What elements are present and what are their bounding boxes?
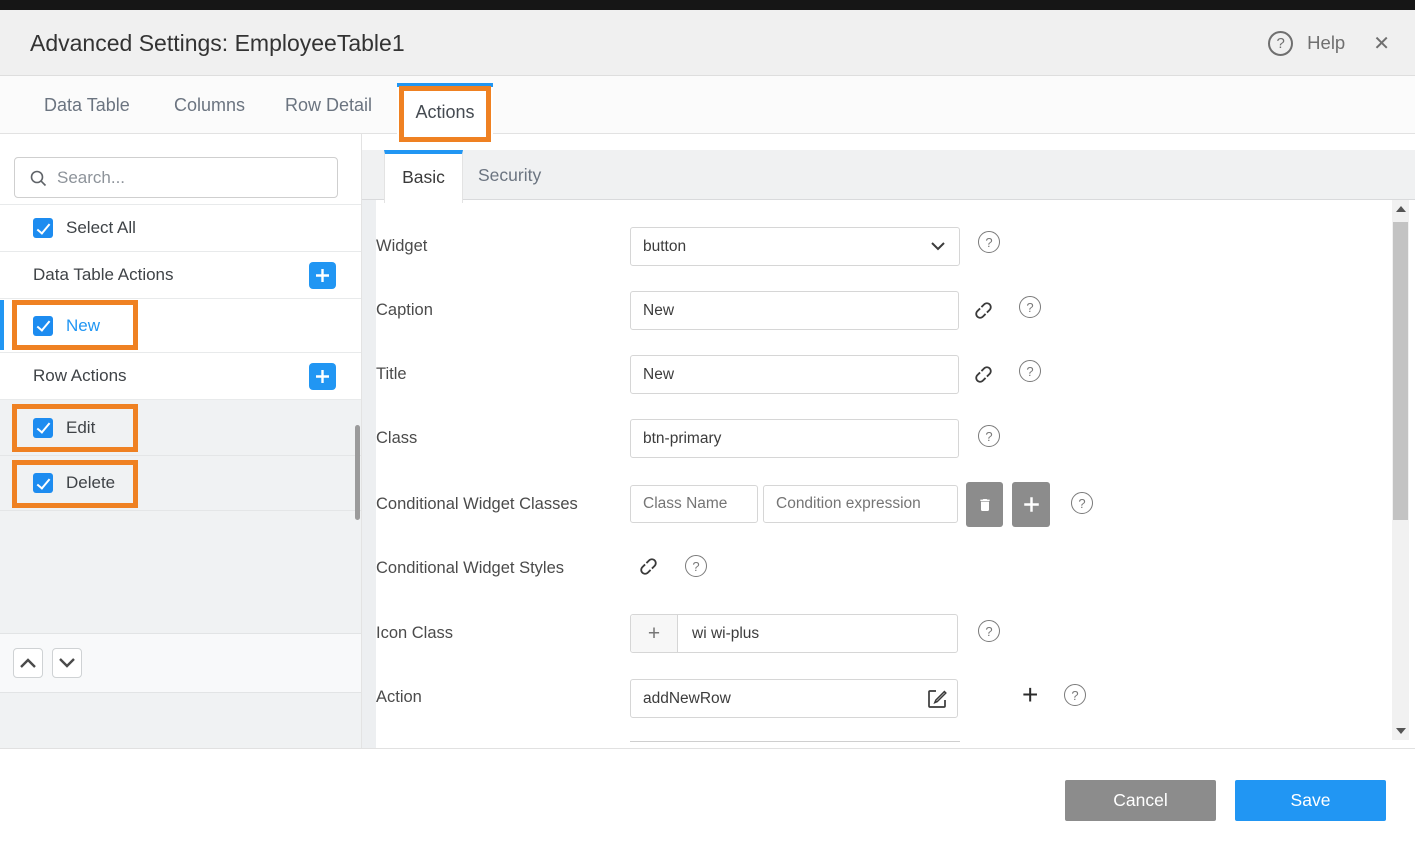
icon-class-group: + [630,614,958,653]
main-tabbar: Data Table Columns Row Detail Actions [0,76,1415,134]
conditional-styles-bind-link-icon[interactable] [632,550,665,583]
icon-class-prefix[interactable]: + [631,615,678,652]
class-input[interactable] [630,419,959,458]
delete-label: Delete [66,473,115,493]
dialog-title: Advanced Settings: EmployeeTable1 [30,10,405,76]
scroll-up-arrow-icon[interactable] [1396,206,1406,212]
class-name-input[interactable] [630,485,758,523]
select-all-label: Select All [66,218,136,238]
group-data-table-actions: Data Table Actions [0,251,361,298]
tab-actions-label: Actions [397,87,493,139]
next-field-partial [630,741,960,742]
move-down-button[interactable] [52,648,82,678]
caption-input[interactable] [630,291,959,330]
dialog-header: Advanced Settings: EmployeeTable1 ? Help… [0,10,1415,76]
tab-columns[interactable]: Columns [174,76,245,134]
action-input[interactable] [630,679,958,718]
chevron-down-icon [59,658,75,668]
save-button[interactable]: Save [1235,780,1386,821]
scroll-down-arrow-icon[interactable] [1396,728,1406,734]
icon-class-label: Icon Class [376,624,453,643]
form-scrollbar-thumb[interactable] [1393,222,1408,520]
tab-actions[interactable]: Actions [397,83,493,139]
edit-label: Edit [66,418,95,438]
title-bind-link-icon[interactable] [967,358,1000,391]
cancel-button[interactable]: Cancel [1065,780,1216,821]
actions-sidebar: Select All Data Table Actions New Row Ac… [0,134,362,748]
select-all-row[interactable]: Select All [0,204,361,251]
action-item-edit[interactable]: Edit [0,399,361,455]
subtab-basic[interactable]: Basic [384,150,463,203]
group-label: Row Actions [33,366,127,386]
class-help-icon[interactable]: ? [978,425,1000,447]
widget-label: Widget [376,237,427,256]
caption-help-icon[interactable]: ? [1019,296,1041,318]
new-label: New [66,316,100,336]
icon-class-input[interactable] [678,615,957,652]
new-checkbox[interactable] [33,316,53,336]
edit-checkbox[interactable] [33,418,53,438]
tab-data-table[interactable]: Data Table [44,76,130,134]
action-item-new[interactable]: New [0,298,361,352]
title-input[interactable] [630,355,959,394]
move-up-button[interactable] [13,648,43,678]
action-help-icon[interactable]: ? [1064,684,1086,706]
widget-select-value: button [643,238,686,256]
condition-expression-input[interactable] [763,485,958,523]
search-box [14,157,338,198]
background-app-strip [0,0,1415,10]
plus-icon [1022,495,1041,514]
plus-icon [314,368,331,385]
sidebar-reorder-bar [0,633,361,693]
chevron-up-icon [20,658,36,668]
edit-action-icon[interactable] [925,687,949,711]
close-icon[interactable]: ✕ [1373,31,1390,56]
delete-conditional-class-button[interactable] [966,482,1003,527]
add-conditional-class-button[interactable] [1012,482,1050,527]
chevron-down-icon [931,242,945,251]
add-data-table-action-button[interactable] [309,262,336,289]
dialog-footer: Cancel Save [0,748,1415,843]
action-label: Action [376,688,422,707]
delete-checkbox[interactable] [33,473,53,493]
widget-help-icon[interactable]: ? [978,231,1000,253]
title-help-icon[interactable]: ? [1019,360,1041,382]
title-label: Title [376,365,407,384]
add-row-action-button[interactable] [309,363,336,390]
class-label: Class [376,429,417,448]
sidebar-empty-area [0,510,361,633]
caption-bind-link-icon[interactable] [967,294,1000,327]
tab-row-detail[interactable]: Row Detail [285,76,372,134]
trash-icon [977,496,993,514]
add-action-icon[interactable]: + [1022,681,1038,709]
icon-class-help-icon[interactable]: ? [978,620,1000,642]
action-settings-pane: Basic Security Widget button ? Caption ?… [362,134,1415,748]
plus-icon [314,267,331,284]
group-label: Data Table Actions [33,265,174,285]
conditional-classes-help-icon[interactable]: ? [1071,492,1093,514]
help-link[interactable]: Help [1307,32,1345,54]
select-all-checkbox[interactable] [33,218,53,238]
search-icon [29,169,47,187]
subtab-security[interactable]: Security [478,150,541,200]
pane-gutter [362,200,376,748]
widget-select[interactable]: button [630,227,960,266]
conditional-classes-label: Conditional Widget Classes [376,495,578,514]
conditional-styles-help-icon[interactable]: ? [685,555,707,577]
sidebar-scrollbar-thumb[interactable] [355,425,360,520]
sidebar-bottom-area [0,693,361,748]
conditional-styles-label: Conditional Widget Styles [376,559,564,578]
help-icon[interactable]: ? [1268,31,1293,56]
form-scrollbar[interactable] [1392,200,1409,740]
group-row-actions: Row Actions [0,352,361,399]
action-item-delete[interactable]: Delete [0,455,361,510]
selected-indicator [0,300,4,350]
search-input[interactable] [57,168,337,188]
caption-label: Caption [376,301,433,320]
